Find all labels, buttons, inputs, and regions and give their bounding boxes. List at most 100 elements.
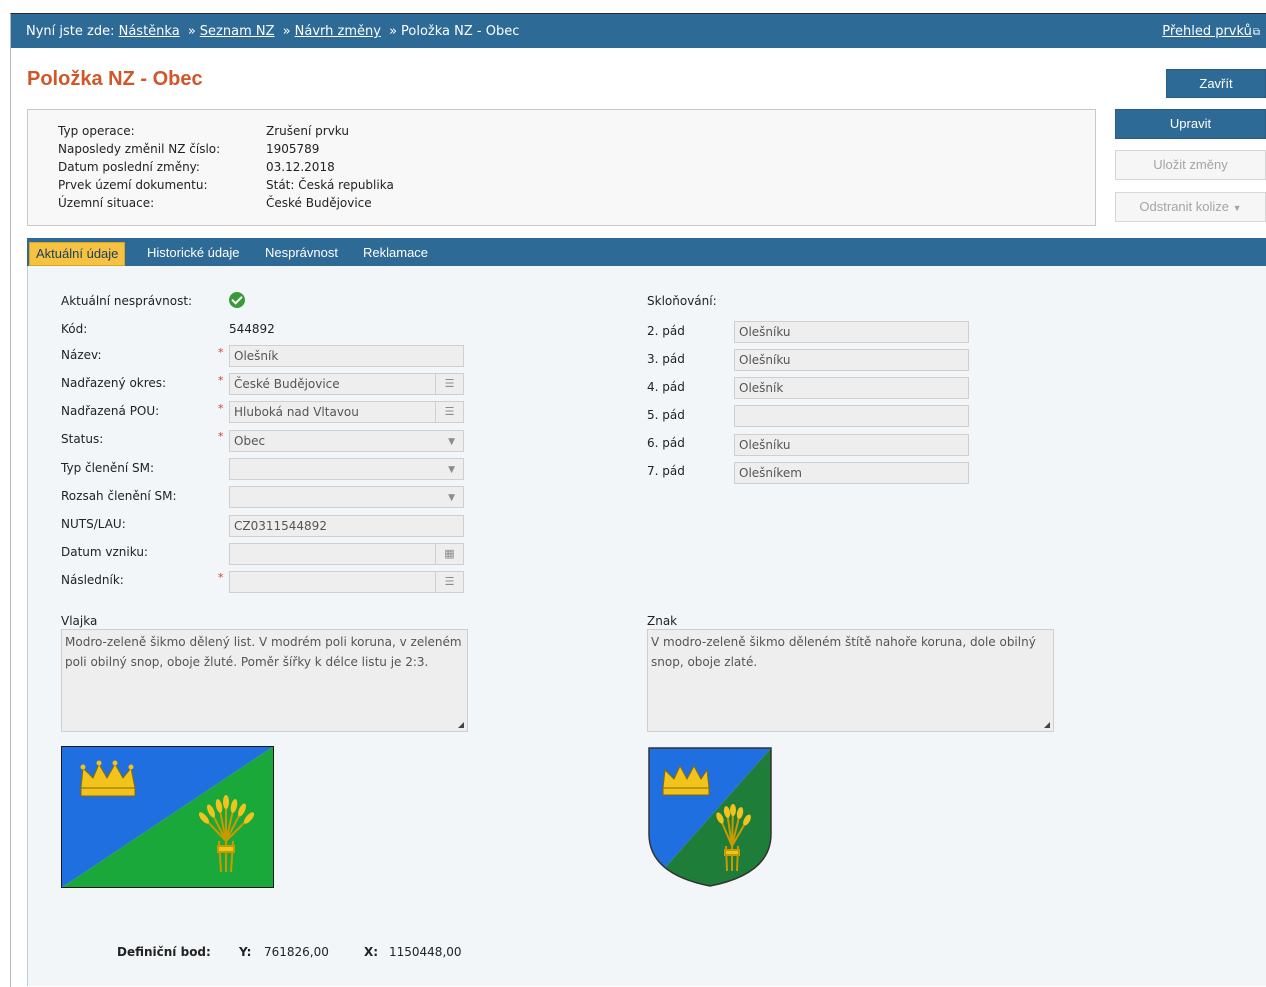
info-label: Prvek území dokumentu: (58, 178, 208, 192)
resize-grip-icon[interactable] (458, 722, 464, 728)
info-label: Územní situace: (58, 196, 155, 210)
nuts-label: NUTS/LAU: (61, 517, 126, 531)
required-marker: * (218, 402, 224, 415)
required-marker: * (218, 571, 224, 584)
case-field-7[interactable]: Olešníkem (734, 462, 969, 484)
save-changes-button[interactable]: Uložit změny (1115, 150, 1266, 180)
breadcrumb-link-nz-list[interactable]: Seznam NZ (200, 24, 275, 39)
info-value: Zrušení prvku (266, 124, 349, 138)
emblem-label: Znak (647, 614, 678, 628)
chevron-down-icon: ▼ (448, 437, 455, 447)
district-value: České Budějovice (234, 377, 340, 391)
top-bar: Nyní jste zde: Nástěnka » Seznam NZ » Návr… (11, 14, 1266, 48)
pou-value: Hluboká nad Vltavou (234, 405, 359, 419)
required-marker: * (218, 346, 224, 359)
sm-range-select[interactable]: ▼ (229, 486, 464, 508)
y-coordinate-value: 761826,00 (264, 945, 329, 959)
breadcrumb-current: Položka NZ - Obec (401, 24, 520, 39)
breadcrumb-prefix: Nyní jste zde: (26, 24, 115, 39)
tab-bar: Aktuální údaje Historické údaje Nesprávn… (27, 238, 1266, 266)
successor-field[interactable]: ☰ (229, 571, 464, 593)
status-label: Status: (61, 432, 104, 446)
name-label: Název: (61, 348, 102, 362)
info-label: Datum poslední změny: (58, 160, 200, 174)
chevron-down-icon: ▼ (448, 465, 455, 475)
emblem-description-textarea[interactable]: V modro-zeleně šikmo děleném štítě nahoř… (647, 629, 1054, 732)
flag-label: Vlajka (61, 614, 98, 628)
overview-link-label: Přehled prvků (1162, 24, 1252, 39)
info-value: České Budějovice (266, 196, 372, 210)
tab-historical-data[interactable]: Historické údaje (141, 242, 246, 266)
date-label: Datum vzniku: (61, 545, 148, 559)
case-label: 6. pád (647, 436, 685, 450)
case-label: 2. pád (647, 324, 685, 338)
sm-type-label: Typ členění SM: (61, 461, 155, 475)
close-button[interactable]: Zavřít (1166, 69, 1266, 98)
overview-link[interactable]: Přehled prvků⧉ (1162, 24, 1260, 39)
status-value: Obec (234, 434, 266, 448)
content-panel: Aktuální nesprávnost: Kód: 544892 Název:… (27, 266, 1266, 986)
remove-collision-button[interactable]: Odstranit kolize ▼ (1115, 192, 1266, 222)
name-field[interactable]: Olešník (229, 345, 464, 367)
edit-button[interactable]: Upravit (1115, 109, 1266, 139)
case-field-2[interactable]: Olešníku (734, 321, 969, 343)
declension-title: Skloňování: (647, 294, 717, 308)
page-title: Položka NZ - Obec (27, 68, 203, 90)
pou-label: Nadřazená POU: (61, 404, 160, 418)
date-field[interactable]: ▦ (229, 543, 464, 565)
successor-label: Následník: (61, 573, 124, 587)
pou-field[interactable]: Hluboká nad Vltavou ☰ (229, 401, 464, 423)
resize-grip-icon[interactable] (1044, 722, 1050, 728)
info-value: Stát: Česká republika (266, 178, 394, 192)
check-icon (229, 292, 245, 308)
nuts-field[interactable]: CZ0311544892 (229, 515, 464, 537)
list-icon[interactable]: ☰ (435, 374, 463, 394)
code-label: Kód: (61, 322, 88, 336)
external-link-icon: ⧉ (1252, 27, 1260, 38)
district-label: Nadřazený okres: (61, 376, 167, 390)
info-value: 03.12.2018 (266, 160, 335, 174)
tab-incorrectness[interactable]: Nesprávnost (259, 242, 344, 266)
flag-image (61, 746, 274, 888)
case-field-5[interactable] (734, 405, 969, 427)
tab-complaints[interactable]: Reklamace (357, 242, 434, 266)
breadcrumb-link-change-proposal[interactable]: Návrh změny (295, 24, 381, 39)
incorrectness-label: Aktuální nesprávnost: (61, 294, 193, 308)
info-value: 1905789 (266, 142, 320, 156)
chevron-down-icon: ▼ (448, 493, 455, 503)
y-coordinate-label: Y: (239, 945, 252, 959)
sm-type-select[interactable]: ▼ (229, 458, 464, 480)
required-marker: * (218, 430, 224, 443)
remove-collision-label: Odstranit kolize (1139, 199, 1230, 214)
case-field-3[interactable]: Olešníku (734, 349, 969, 371)
definition-point-label: Definiční bod: (117, 945, 211, 959)
flag-description: Modro-zeleně šikmo dělený list. V modrém… (65, 635, 462, 669)
breadcrumb-separator: » (187, 24, 196, 39)
case-label: 4. pád (647, 380, 685, 394)
chevron-down-icon: ▼ (1232, 203, 1242, 213)
emblem-image (648, 747, 772, 887)
list-icon[interactable]: ☰ (435, 572, 463, 592)
breadcrumb: Nyní jste zde: Nástěnka » Seznam NZ » Návr… (26, 24, 519, 39)
info-label: Typ operace: (58, 124, 135, 138)
case-label: 7. pád (647, 464, 685, 478)
breadcrumb-link-dashboard[interactable]: Nástěnka (119, 24, 180, 39)
breadcrumb-separator: » (282, 24, 291, 39)
case-label: 3. pád (647, 352, 685, 366)
required-marker: * (218, 374, 224, 387)
x-coordinate-value: 1150448,00 (389, 945, 462, 959)
x-coordinate-label: X: (364, 945, 379, 959)
code-value: 544892 (229, 322, 275, 336)
tab-current-data[interactable]: Aktuální údaje (29, 242, 126, 266)
list-icon[interactable]: ☰ (435, 402, 463, 422)
calendar-icon[interactable]: ▦ (435, 544, 463, 564)
district-field[interactable]: České Budějovice ☰ (229, 373, 464, 395)
breadcrumb-separator: » (389, 24, 398, 39)
case-label: 5. pád (647, 408, 685, 422)
emblem-description: V modro-zeleně šikmo děleném štítě nahoř… (651, 635, 1036, 669)
flag-description-textarea[interactable]: Modro-zeleně šikmo dělený list. V modrém… (61, 629, 468, 732)
case-field-6[interactable]: Olešníku (734, 434, 969, 456)
info-box: Typ operace: Zrušení prvku Naposledy změ… (27, 109, 1096, 226)
status-select[interactable]: Obec ▼ (229, 430, 464, 452)
case-field-4[interactable]: Olešník (734, 377, 969, 399)
